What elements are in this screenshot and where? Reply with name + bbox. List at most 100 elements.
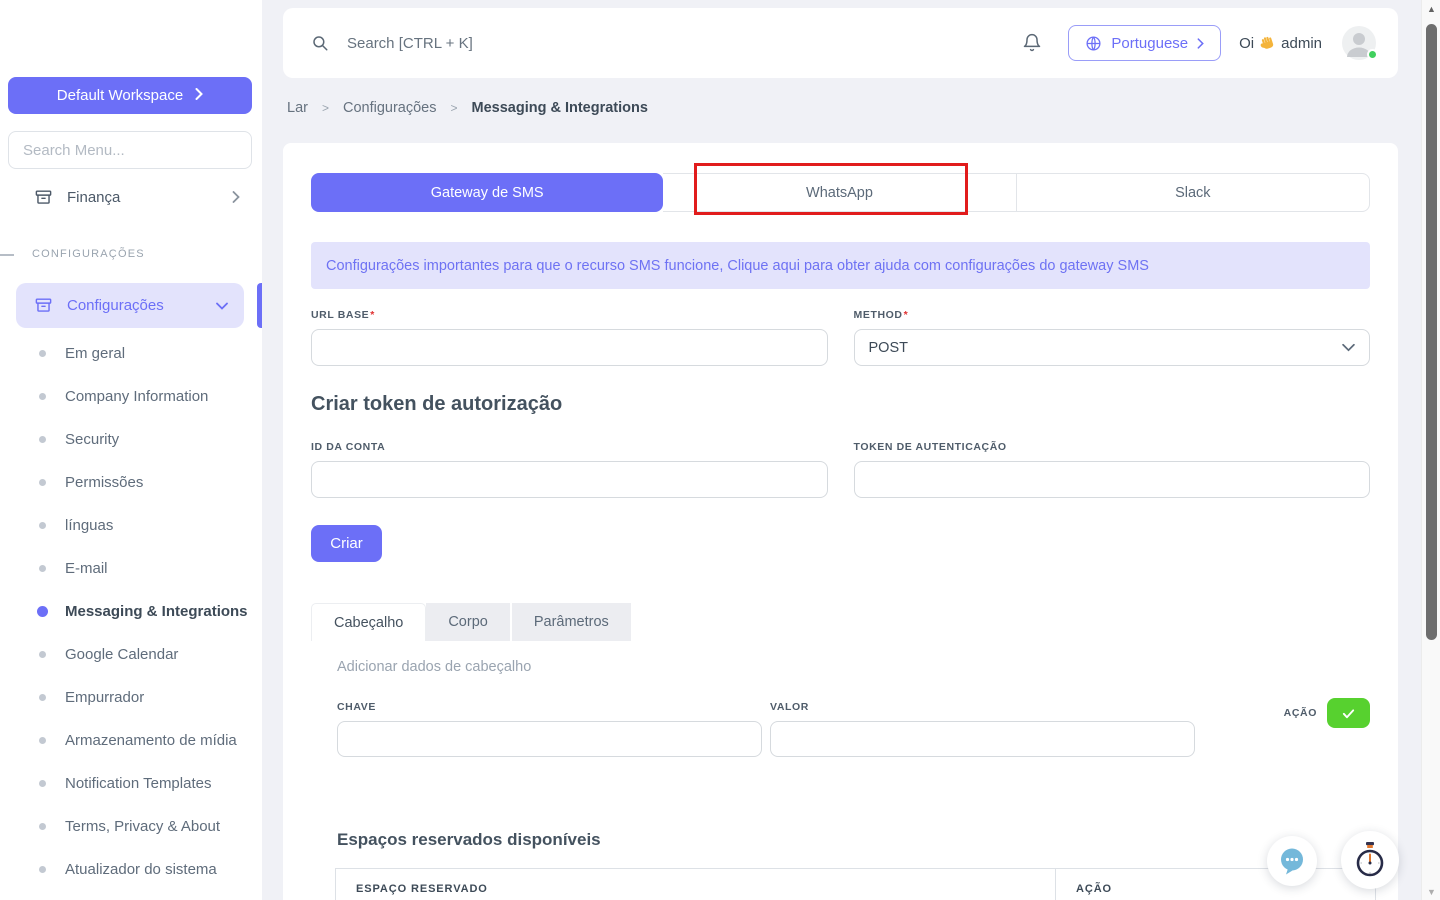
create-button[interactable]: Criar [311, 525, 382, 562]
search-icon [311, 34, 329, 52]
breadcrumb-home[interactable]: Lar [287, 100, 308, 116]
online-status-dot [1367, 49, 1378, 60]
auth-token-label: TOKEN DE AUTENTICAÇÃO [854, 441, 1371, 453]
confirm-header-button[interactable] [1327, 698, 1370, 728]
table-header-row: ESPAÇO RESERVADO AÇÃO [336, 869, 1376, 900]
settings-panel: Gateway de SMS WhatsApp Slack Configuraç… [283, 143, 1398, 900]
user-greeting: Oi admin [1239, 35, 1322, 52]
action-group: AÇÃO [1284, 698, 1370, 728]
method-selected-value: POST [869, 340, 908, 356]
check-icon [1341, 706, 1356, 721]
avatar[interactable] [1342, 26, 1376, 60]
tab-slack[interactable]: Slack [1017, 173, 1370, 212]
bullet-icon [39, 737, 46, 744]
breadcrumb: Lar > Configurações > Messaging & Integr… [287, 100, 648, 116]
sidebar-item-google-calendar[interactable]: Google Calendar [0, 633, 262, 676]
settings-subnav: Em geral Company Information Security Pe… [0, 332, 262, 891]
key-input[interactable] [337, 721, 762, 757]
sidebar-item-finance[interactable]: Finança [0, 177, 262, 217]
url-base-input[interactable] [311, 329, 828, 366]
sidebar-item-settings[interactable]: Configurações [16, 283, 244, 328]
waving-hand-icon [1259, 35, 1276, 52]
auth-token-field-group: TOKEN DE AUTENTICAÇÃO [854, 441, 1371, 498]
timer-button[interactable] [1341, 831, 1399, 889]
bullet-icon [39, 565, 46, 572]
scrollbar-up-arrow[interactable]: ▲ [1422, 4, 1440, 14]
sidebar-item-messaging-integrations[interactable]: Messaging & Integrations [0, 590, 262, 633]
sidebar-item-terms-privacy-about[interactable]: Terms, Privacy & About [0, 805, 262, 848]
notifications-button[interactable] [1022, 32, 1042, 54]
method-label: METHOD* [854, 309, 1371, 321]
breadcrumb-separator: > [450, 101, 457, 115]
bullet-icon [39, 350, 46, 357]
username: admin [1281, 35, 1322, 52]
token-section-heading: Criar token de autorização [311, 393, 562, 416]
sidebar-item-pusher[interactable]: Empurrador [0, 676, 262, 719]
placeholders-table: ESPAÇO RESERVADO AÇÃO [335, 868, 1376, 900]
bullet-icon [39, 823, 46, 830]
search-input[interactable] [347, 35, 767, 52]
workspace-switcher-button[interactable]: Default Workspace [8, 77, 252, 114]
breadcrumb-separator: > [322, 101, 329, 115]
top-bar: Portuguese Oi admin [283, 8, 1398, 78]
globe-icon [1085, 35, 1102, 52]
tab-parameters[interactable]: Parâmetros [512, 603, 633, 641]
header-data-hint: Adicionar dados de cabeçalho [337, 659, 1370, 675]
value-input[interactable] [770, 721, 1195, 757]
tab-body[interactable]: Corpo [426, 603, 512, 641]
chevron-right-icon [1197, 38, 1204, 49]
value-label: VALOR [770, 701, 1195, 713]
required-asterisk: * [370, 309, 375, 321]
auth-token-input[interactable] [854, 461, 1371, 498]
sidebar-item-company-information[interactable]: Company Information [0, 375, 262, 418]
breadcrumb-current: Messaging & Integrations [472, 100, 648, 116]
column-header-placeholder: ESPAÇO RESERVADO [336, 869, 1056, 900]
bullet-icon [39, 694, 46, 701]
chat-support-button[interactable] [1267, 836, 1317, 886]
archive-box-icon [34, 296, 53, 315]
tab-gateway-sms[interactable]: Gateway de SMS [311, 173, 663, 212]
bullet-icon [37, 606, 48, 617]
sidebar-item-notification-templates[interactable]: Notification Templates [0, 762, 262, 805]
section-divider [0, 254, 14, 256]
sidebar-item-permissions[interactable]: Permissões [0, 461, 262, 504]
sidebar: Default Workspace Finança CONFIGURAÇÕES … [0, 0, 262, 900]
tab-header[interactable]: Cabeçalho [311, 603, 426, 641]
sidebar-item-label: Configurações [67, 297, 164, 314]
scrollbar-down-arrow[interactable]: ▼ [1422, 887, 1440, 897]
breadcrumb-settings[interactable]: Configurações [343, 100, 437, 116]
account-id-label: ID DA CONTA [311, 441, 828, 453]
sidebar-item-languages[interactable]: línguas [0, 504, 262, 547]
active-indicator-bar [257, 283, 262, 328]
global-search[interactable] [311, 34, 1022, 52]
bullet-icon [39, 522, 46, 529]
sidebar-item-general[interactable]: Em geral [0, 332, 262, 375]
sidebar-item-media-storage[interactable]: Armazenamento de mídia [0, 719, 262, 762]
scrollbar-thumb[interactable] [1426, 24, 1437, 640]
chat-bubble-icon [1277, 846, 1307, 876]
column-header-action: AÇÃO [1056, 869, 1376, 900]
bullet-icon [39, 651, 46, 658]
bell-icon [1022, 32, 1042, 54]
archive-box-icon [34, 188, 53, 207]
bullet-icon [39, 436, 46, 443]
sidebar-item-security[interactable]: Security [0, 418, 262, 461]
sidebar-item-label: Finança [67, 189, 120, 206]
menu-search-input[interactable] [8, 131, 252, 169]
sidebar-item-system-updater[interactable]: Atualizador do sistema [0, 848, 262, 891]
key-field-group: CHAVE [337, 701, 762, 757]
account-id-input[interactable] [311, 461, 828, 498]
action-label: AÇÃO [1284, 707, 1317, 719]
bullet-icon [39, 479, 46, 486]
placeholders-heading: Espaços reservados disponíveis [337, 830, 601, 850]
url-base-field-group: URL BASE* [311, 309, 828, 366]
sidebar-item-email[interactable]: E-mail [0, 547, 262, 590]
language-label: Portuguese [1111, 35, 1188, 52]
method-select[interactable]: POST [854, 329, 1371, 366]
tab-whatsapp[interactable]: WhatsApp [663, 173, 1016, 212]
key-label: CHAVE [337, 701, 762, 713]
account-id-field-group: ID DA CONTA [311, 441, 828, 498]
sidebar-section-label: CONFIGURAÇÕES [32, 248, 145, 260]
language-selector-button[interactable]: Portuguese [1068, 25, 1221, 61]
bullet-icon [39, 393, 46, 400]
